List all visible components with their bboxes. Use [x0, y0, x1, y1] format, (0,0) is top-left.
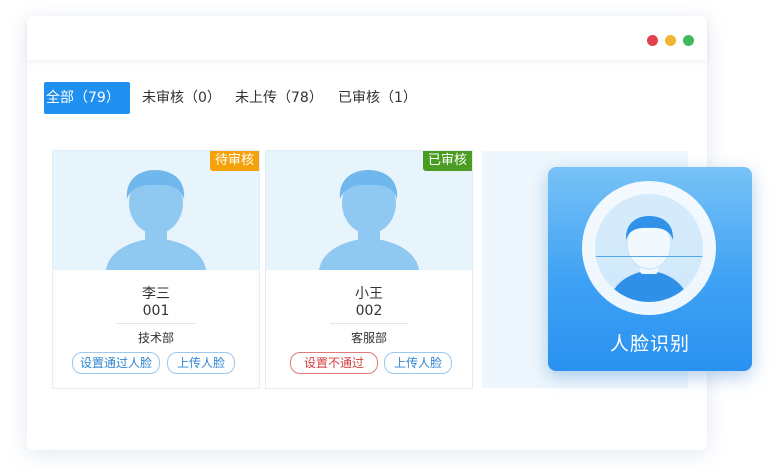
maximize-window-button[interactable] — [683, 35, 694, 46]
upload-face-button[interactable]: 上传人脸 — [167, 352, 235, 374]
face-recognition-button[interactable]: 人脸识别 — [548, 167, 752, 371]
employee-name: 李三 — [142, 286, 170, 302]
face-scan-icon — [595, 194, 703, 302]
scan-line — [595, 256, 703, 257]
upload-face-button[interactable]: 上传人脸 — [384, 352, 452, 374]
close-window-button[interactable] — [647, 35, 658, 46]
set-approve-face-button[interactable]: 设置通过人脸 — [72, 352, 160, 374]
tab-unreviewed[interactable]: 未审核（0） — [142, 82, 221, 114]
set-reject-button[interactable]: 设置不通过 — [290, 352, 378, 374]
status-badge: 待审核 — [209, 151, 259, 171]
divider — [330, 323, 408, 324]
face-recognition-label: 人脸识别 — [609, 333, 690, 355]
employee-code: 001 — [142, 303, 170, 319]
minimize-window-button[interactable] — [665, 35, 676, 46]
employee-code: 002 — [355, 303, 383, 319]
tab-not-uploaded[interactable]: 未上传（78） — [235, 82, 323, 114]
employee-department: 技术部 — [137, 331, 174, 345]
tab-reviewed[interactable]: 已审核（1） — [338, 82, 417, 114]
employee-department: 客服部 — [350, 331, 387, 345]
title-bar — [27, 16, 707, 60]
tab-all[interactable]: 全部（79） — [44, 82, 130, 114]
employee-card: 已审核 小王 002 客服部 设置不通过 上传人脸 — [265, 150, 473, 389]
employee-card: 待审核 李三 001 技术部 设置通过人脸 上传人脸 — [52, 150, 260, 389]
divider — [117, 323, 195, 324]
face-icon — [609, 216, 689, 302]
status-badge: 已审核 — [422, 151, 472, 171]
face-scan-ring — [582, 181, 716, 315]
employee-name: 小王 — [355, 286, 383, 302]
